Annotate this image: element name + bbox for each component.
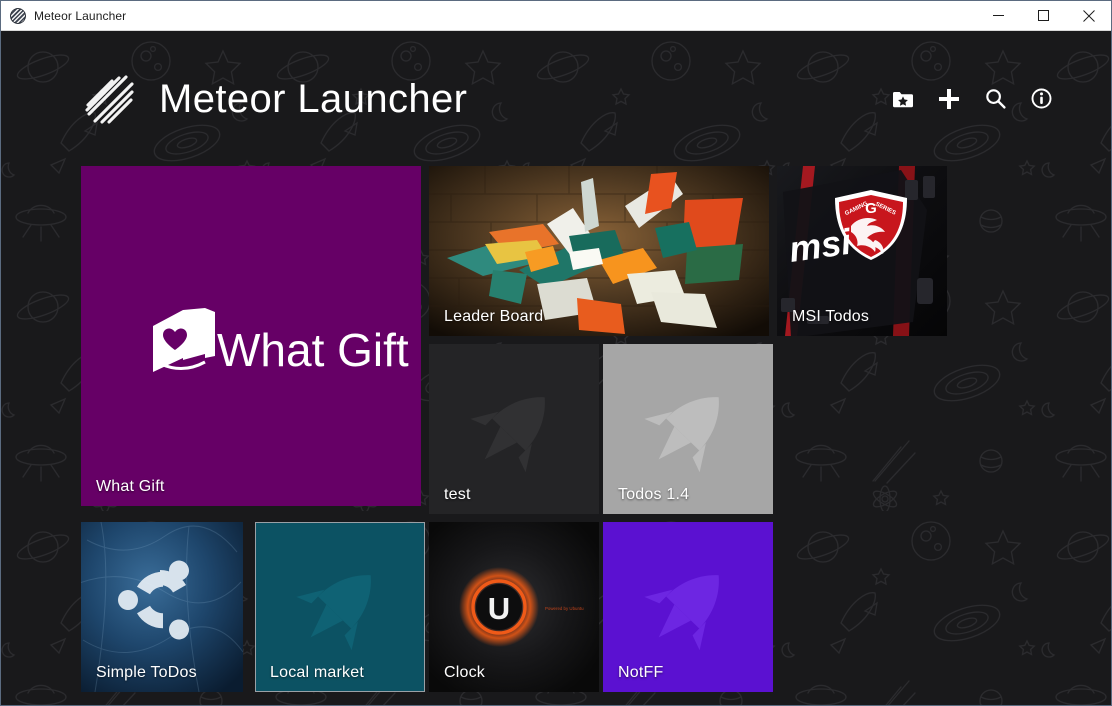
meteor-streak-logo bbox=[85, 74, 134, 124]
tile-leader-board[interactable]: Leader Board bbox=[429, 166, 769, 336]
plus-icon bbox=[939, 88, 959, 109]
app-body: Meteor Launcher What Gift What Gift Lead… bbox=[1, 31, 1111, 705]
close-button[interactable] bbox=[1066, 1, 1111, 31]
close-icon bbox=[1082, 9, 1095, 22]
add-folder-button[interactable] bbox=[890, 86, 916, 112]
svg-text:Powered by Ubuntu: Powered by Ubuntu bbox=[545, 606, 584, 611]
tile-label: NotFF bbox=[618, 664, 664, 681]
search-button[interactable] bbox=[982, 86, 1008, 112]
tile-label: MSI Todos bbox=[792, 308, 870, 325]
title-bar-left: Meteor Launcher bbox=[1, 7, 976, 24]
meteor-sphere-icon bbox=[10, 7, 26, 24]
tile-label: Clock bbox=[444, 664, 486, 681]
add-app-button[interactable] bbox=[936, 86, 962, 112]
folder-star-icon bbox=[893, 91, 913, 107]
tile-what-gift[interactable]: What Gift What Gift bbox=[81, 166, 421, 506]
tile-todos-14[interactable]: Todos 1.4 bbox=[603, 344, 773, 514]
tile-label: Local market bbox=[270, 664, 364, 681]
app-header: Meteor Launcher bbox=[1, 31, 1111, 166]
tile-label: test bbox=[444, 486, 471, 503]
tile-simple-todos[interactable]: Simple ToDos bbox=[81, 522, 243, 692]
rocket-icon bbox=[470, 397, 545, 473]
tile-label: Todos 1.4 bbox=[618, 486, 690, 503]
window-title: Meteor Launcher bbox=[34, 8, 127, 23]
header-actions bbox=[890, 86, 1054, 112]
svg-text:msi: msi bbox=[786, 221, 854, 270]
maximize-button[interactable] bbox=[1021, 1, 1066, 31]
search-icon bbox=[985, 89, 1006, 109]
rocket-icon bbox=[644, 397, 719, 473]
what-gift-art: What Gift bbox=[81, 166, 421, 506]
rocket-icon bbox=[644, 575, 719, 651]
minimize-button[interactable] bbox=[976, 1, 1021, 31]
info-circle-icon bbox=[1031, 88, 1051, 109]
what-gift-logo: What Gift bbox=[153, 308, 409, 376]
svg-text:What Gift: What Gift bbox=[217, 324, 409, 376]
rocket-icon bbox=[296, 575, 371, 651]
svg-text:U: U bbox=[488, 591, 510, 626]
tile-notff[interactable]: NotFF bbox=[603, 522, 773, 692]
tile-msi-todos[interactable]: GAMING SERIES G msi MSI Todos bbox=[777, 166, 947, 336]
tile-clock[interactable]: U Powered by Ubuntu Clock bbox=[429, 522, 599, 692]
tile-label: What Gift bbox=[96, 478, 165, 495]
svg-text:G: G bbox=[865, 200, 877, 217]
tile-label: Leader Board bbox=[444, 308, 544, 325]
tile-area: What Gift What Gift Leader Board GAMING … bbox=[1, 166, 1111, 705]
tile-local-market[interactable]: Local market bbox=[255, 522, 425, 692]
maximize-icon bbox=[1038, 10, 1049, 21]
window-controls bbox=[976, 1, 1111, 31]
title-bar: Meteor Launcher bbox=[1, 1, 1111, 31]
minimize-icon bbox=[993, 15, 1004, 16]
brand: Meteor Launcher bbox=[81, 71, 467, 127]
info-button[interactable] bbox=[1028, 86, 1054, 112]
tile-grid: What Gift What Gift Leader Board GAMING … bbox=[81, 166, 981, 705]
tile-label: Simple ToDos bbox=[96, 664, 197, 681]
app-window: Meteor Launcher Meteor Launcher What Gif… bbox=[0, 0, 1112, 706]
tile-test[interactable]: test bbox=[429, 344, 599, 514]
page-title: Meteor Launcher bbox=[159, 76, 468, 121]
